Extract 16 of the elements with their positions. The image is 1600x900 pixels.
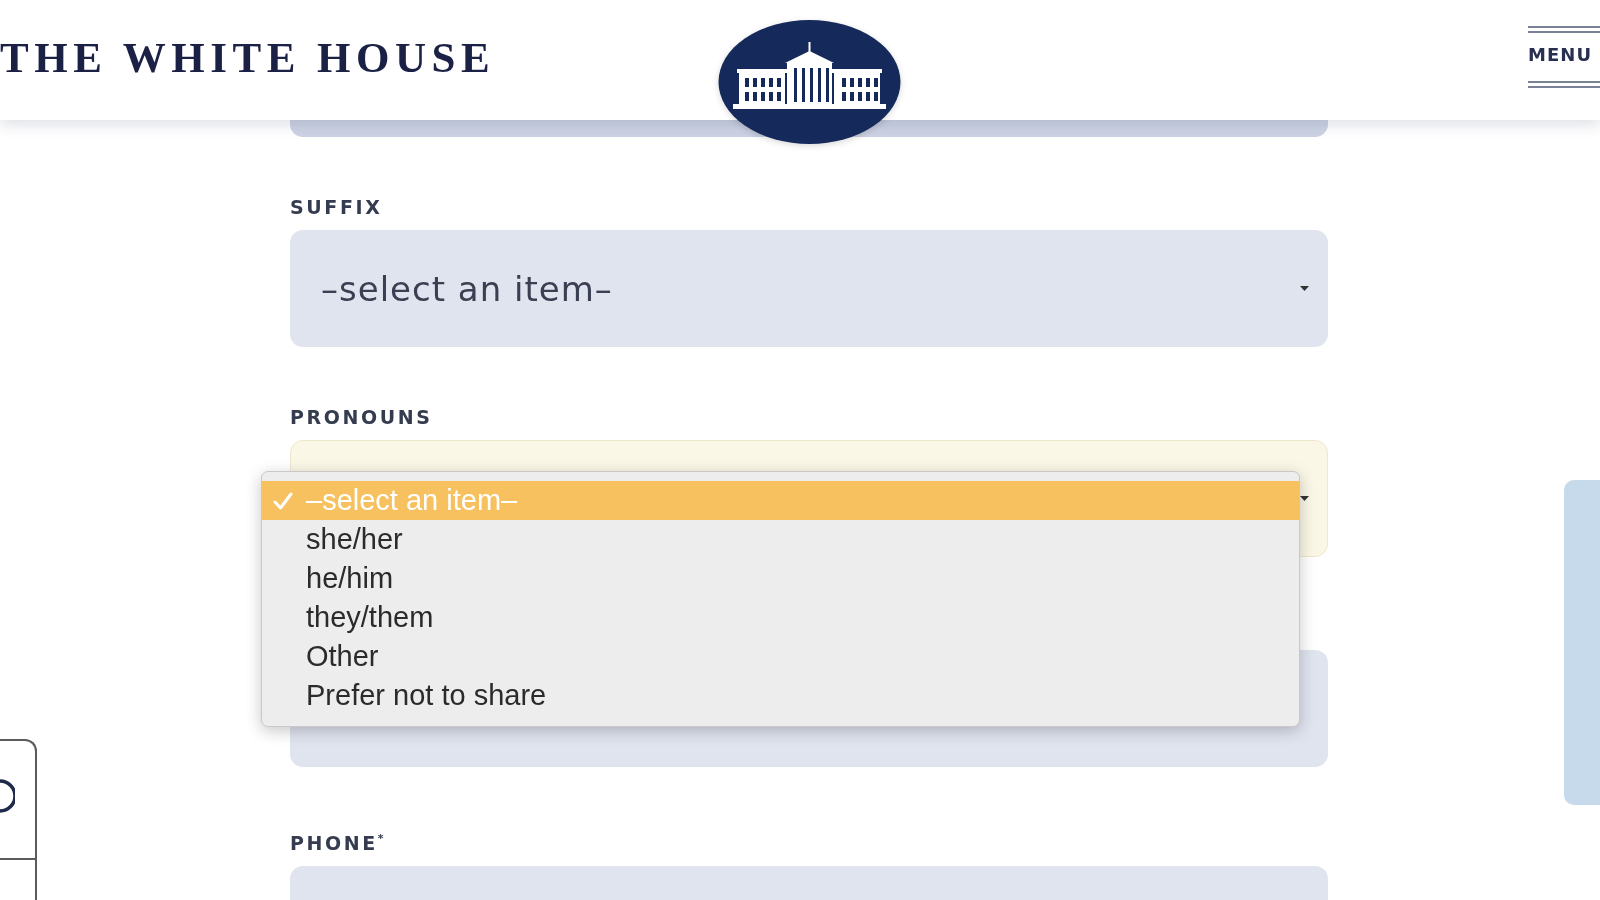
check-icon (273, 491, 293, 510)
field-label: PHONE$^{*}$ (290, 833, 388, 853)
caret-icon (1300, 496, 1309, 501)
input-field[interactable] (290, 866, 1328, 900)
field-label: PRONOUNS (290, 407, 434, 427)
site-title: THE WHITE HOUSE (0, 33, 496, 83)
caret-icon (1300, 286, 1309, 291)
menu-button[interactable]: MENU (1528, 26, 1600, 88)
field-label: SUFFIX (290, 197, 384, 217)
dropdown-option[interactable]: he/him (262, 559, 1299, 598)
dropdown-option[interactable]: she/her (262, 520, 1299, 559)
dropdown-option[interactable]: Prefer not to share (262, 676, 1299, 715)
dropdown-option[interactable]: they/them (262, 598, 1299, 637)
select-field[interactable]: –select an item– (290, 230, 1328, 347)
dropdown-option[interactable]: Other (262, 637, 1299, 676)
ring-icon (0, 778, 15, 813)
